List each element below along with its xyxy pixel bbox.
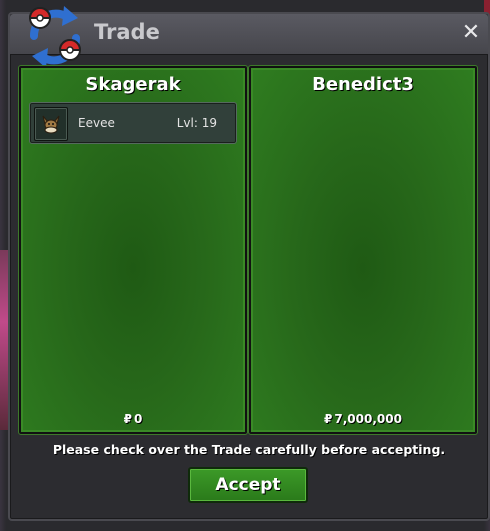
pokedollar-icon: ₽ xyxy=(324,412,333,426)
player-name-right: Benedict3 xyxy=(312,74,414,95)
partner-offer-panel: Benedict3 ₽7,000,000 xyxy=(248,65,478,435)
item-name: Eevee xyxy=(78,116,115,130)
game-screen: Trade ✕ Skagerak Eevee Lvl: 19 ₽ 0 Bened… xyxy=(0,0,490,531)
player-name-left: Skagerak xyxy=(85,74,181,95)
trade-warning-text: Please check over the Trade carefully be… xyxy=(52,442,446,457)
money-offer-right: ₽7,000,000 xyxy=(251,412,475,426)
my-offer-panel: Skagerak Eevee Lvl: 19 ₽0 xyxy=(18,65,248,435)
trade-window: Trade ✕ Skagerak Eevee Lvl: 19 ₽ 0 Bened… xyxy=(8,6,490,521)
money-amount-left: 0 xyxy=(134,412,143,426)
money-amount-right: 7,000,000 xyxy=(334,412,402,426)
close-icon[interactable]: ✕ xyxy=(460,22,482,44)
trade-item-slot[interactable]: Eevee Lvl: 19 xyxy=(29,102,237,144)
pokedollar-icon: ₽ xyxy=(123,412,132,426)
trade-arrows-pokeballs-icon xyxy=(28,6,82,68)
accept-button[interactable]: Accept xyxy=(188,467,308,503)
item-icon-frame xyxy=(34,107,68,141)
eevee-sprite-icon xyxy=(42,115,60,134)
money-offer-left: ₽0 xyxy=(21,412,245,426)
trade-window-title: Trade xyxy=(94,20,160,44)
background-decoration xyxy=(0,250,8,430)
item-level: Lvl: 19 xyxy=(176,116,217,130)
